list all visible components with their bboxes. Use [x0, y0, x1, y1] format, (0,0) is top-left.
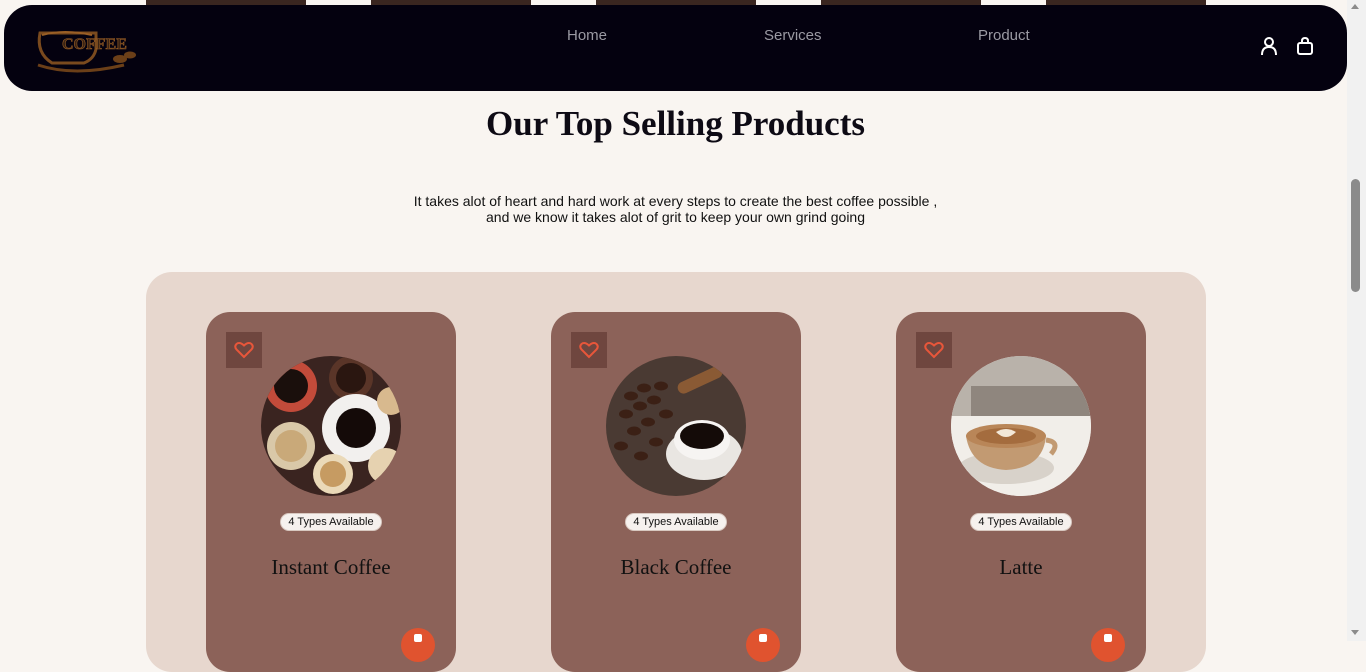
add-to-cart-button[interactable] — [746, 628, 780, 662]
product-card-black-coffee[interactable]: 4 Types Available Black Coffee — [551, 312, 801, 672]
logo-text: COFFEE — [62, 36, 127, 53]
subtitle-line: It takes alot of heart and hard work at … — [413, 193, 938, 209]
navbar: COFFEE Home Services Product — [4, 5, 1347, 91]
section-subtitle: It takes alot of heart and hard work at … — [0, 193, 1351, 225]
heart-icon — [924, 342, 944, 359]
scroll-down-arrow[interactable] — [1351, 630, 1359, 635]
scrollbar[interactable] — [1347, 0, 1366, 641]
scrollbar-thumb[interactable] — [1351, 179, 1360, 292]
product-name: Black Coffee — [620, 555, 732, 579]
scroll-up-arrow[interactable] — [1351, 4, 1359, 9]
types-badge-label: 4 Types Available — [970, 513, 1072, 531]
heart-icon — [234, 342, 254, 359]
favorite-button[interactable] — [916, 332, 952, 368]
types-badge: 4 Types Available — [896, 512, 1146, 531]
types-badge: 4 Types Available — [551, 512, 801, 531]
product-card-instant-coffee[interactable]: 4 Types Available Instant Coffee — [206, 312, 456, 672]
user-icon[interactable] — [1259, 36, 1279, 56]
product-image-latte — [951, 356, 1091, 496]
nav-link-home[interactable]: Home — [567, 27, 607, 44]
add-to-cart-button[interactable] — [1091, 628, 1125, 662]
product-image-black-coffee — [606, 356, 746, 496]
coffee-logo[interactable]: COFFEE — [34, 19, 144, 79]
types-badge-label: 4 Types Available — [280, 513, 382, 531]
shopping-bag-icon[interactable] — [1295, 36, 1315, 56]
product-image-instant-coffee — [261, 356, 401, 496]
add-to-cart-button[interactable] — [401, 628, 435, 662]
nav-link-product[interactable]: Product — [978, 27, 1030, 44]
product-name: Instant Coffee — [271, 555, 391, 579]
heart-icon — [579, 342, 599, 359]
types-badge-label: 4 Types Available — [625, 513, 727, 531]
product-card-latte[interactable]: 4 Types Available Latte — [896, 312, 1146, 672]
nav-link-services[interactable]: Services — [764, 27, 822, 44]
subtitle-line: and we know it takes alot of grit to kee… — [486, 209, 865, 225]
product-name: Latte — [999, 555, 1043, 579]
types-badge: 4 Types Available — [206, 512, 456, 531]
section-title: Our Top Selling Products — [486, 104, 865, 143]
favorite-button[interactable] — [226, 332, 262, 368]
favorite-button[interactable] — [571, 332, 607, 368]
